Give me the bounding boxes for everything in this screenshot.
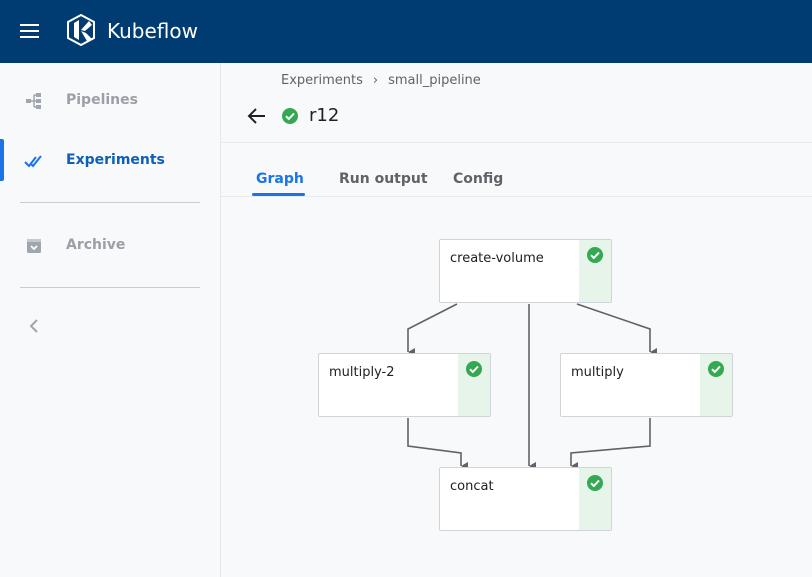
app-title: Kubeflow: [107, 19, 198, 43]
breadcrumb: Experiments › small_pipeline: [281, 72, 481, 90]
graph-node-create-volume[interactable]: create-volume: [439, 239, 612, 303]
edge-create-volume-multiply-2: [407, 303, 458, 356]
sidebar-item-label: Pipelines: [66, 92, 138, 108]
edge-multiply-concat: [570, 418, 651, 470]
kubeflow-logo-icon: [67, 14, 95, 46]
node-label: concat: [450, 479, 494, 494]
node-label: multiply-2: [329, 365, 395, 380]
active-indicator: [0, 139, 4, 181]
node-status: [700, 354, 732, 416]
edge-create-volume-multiply: [576, 303, 657, 356]
back-arrow-icon[interactable]: [245, 104, 269, 128]
sidebar-item-label: Experiments: [66, 152, 165, 168]
node-status: [458, 354, 490, 416]
node-label: multiply: [571, 365, 624, 380]
top-app-bar: Kubeflow: [0, 0, 812, 63]
sidebar-divider: [20, 287, 200, 288]
success-check-icon: [587, 475, 603, 491]
main-content: Experiments › small_pipeline r12 Graph Run…: [221, 63, 812, 577]
sidebar-item-archive[interactable]: Archive: [0, 224, 220, 266]
sidebar-item-pipelines[interactable]: Pipelines: [0, 79, 220, 121]
graph-node-concat[interactable]: concat: [439, 467, 612, 531]
success-check-icon: [708, 361, 724, 377]
success-check-icon: [466, 361, 482, 377]
success-check-icon: [282, 108, 298, 124]
breadcrumb-separator-icon: ›: [372, 73, 379, 88]
success-check-icon: [587, 247, 603, 263]
archive-icon: [27, 239, 41, 253]
header-divider: [221, 142, 812, 143]
node-label: create-volume: [450, 251, 544, 266]
tab-run-output[interactable]: Run output: [339, 169, 428, 189]
sidebar: Pipelines Experiments Archive: [0, 63, 221, 577]
node-status: [579, 468, 611, 530]
hamburger-menu-icon[interactable]: [20, 24, 40, 40]
edge-multiply-2-concat: [407, 418, 468, 470]
sidebar-divider: [20, 202, 200, 203]
breadcrumb-experiments[interactable]: Experiments: [281, 73, 363, 88]
experiments-icon: [24, 155, 42, 168]
node-status: [579, 240, 611, 302]
pipelines-icon: [26, 93, 41, 109]
pipeline-graph: create-volume multiply-2 multiply concat: [221, 197, 812, 577]
chevron-left-icon[interactable]: [24, 316, 44, 336]
graph-node-multiply[interactable]: multiply: [560, 353, 733, 417]
page-title: r12: [309, 105, 340, 126]
breadcrumb-experiment[interactable]: small_pipeline: [388, 73, 481, 88]
graph-node-multiply-2[interactable]: multiply-2: [318, 353, 491, 417]
sidebar-item-experiments[interactable]: Experiments: [0, 139, 220, 181]
sidebar-item-label: Archive: [66, 237, 126, 253]
tab-config[interactable]: Config: [453, 169, 503, 189]
tab-graph[interactable]: Graph: [256, 169, 304, 189]
